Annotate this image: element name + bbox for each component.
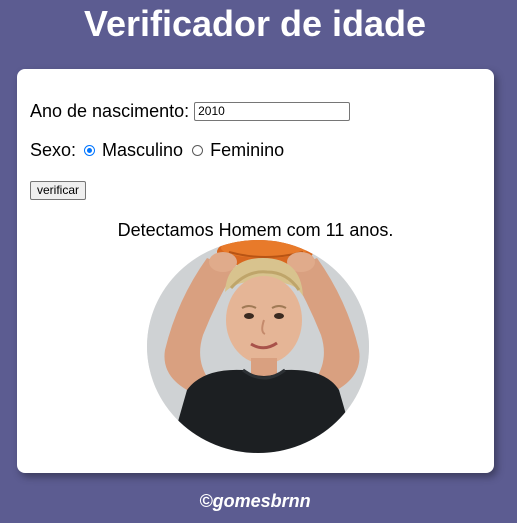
sex-row: Sexo: Masculino Feminino xyxy=(30,139,284,161)
page-title: Verificador de idade xyxy=(83,3,427,44)
birth-year-label: Ano de nascimento: xyxy=(30,101,190,121)
birth-year-input[interactable] xyxy=(194,101,351,121)
result-photo xyxy=(147,240,369,453)
radio-masculino-label[interactable]: Masculino xyxy=(102,139,183,161)
sex-label: Sexo: xyxy=(30,140,77,160)
birth-year-row: Ano de nascimento: xyxy=(30,100,351,122)
form-card: Ano de nascimento: Sexo: Masculino Femin… xyxy=(17,69,494,473)
result-text: Detectamos Homem com 11 anos. xyxy=(117,220,394,240)
radio-feminino[interactable] xyxy=(192,144,204,156)
verify-button[interactable]: verificar xyxy=(30,181,87,200)
radio-feminino-label[interactable]: Feminino xyxy=(210,139,284,161)
boy-photo-icon xyxy=(147,240,369,453)
radio-masculino[interactable] xyxy=(84,144,96,156)
footer-credit: ©gomesbrnn xyxy=(199,491,311,511)
